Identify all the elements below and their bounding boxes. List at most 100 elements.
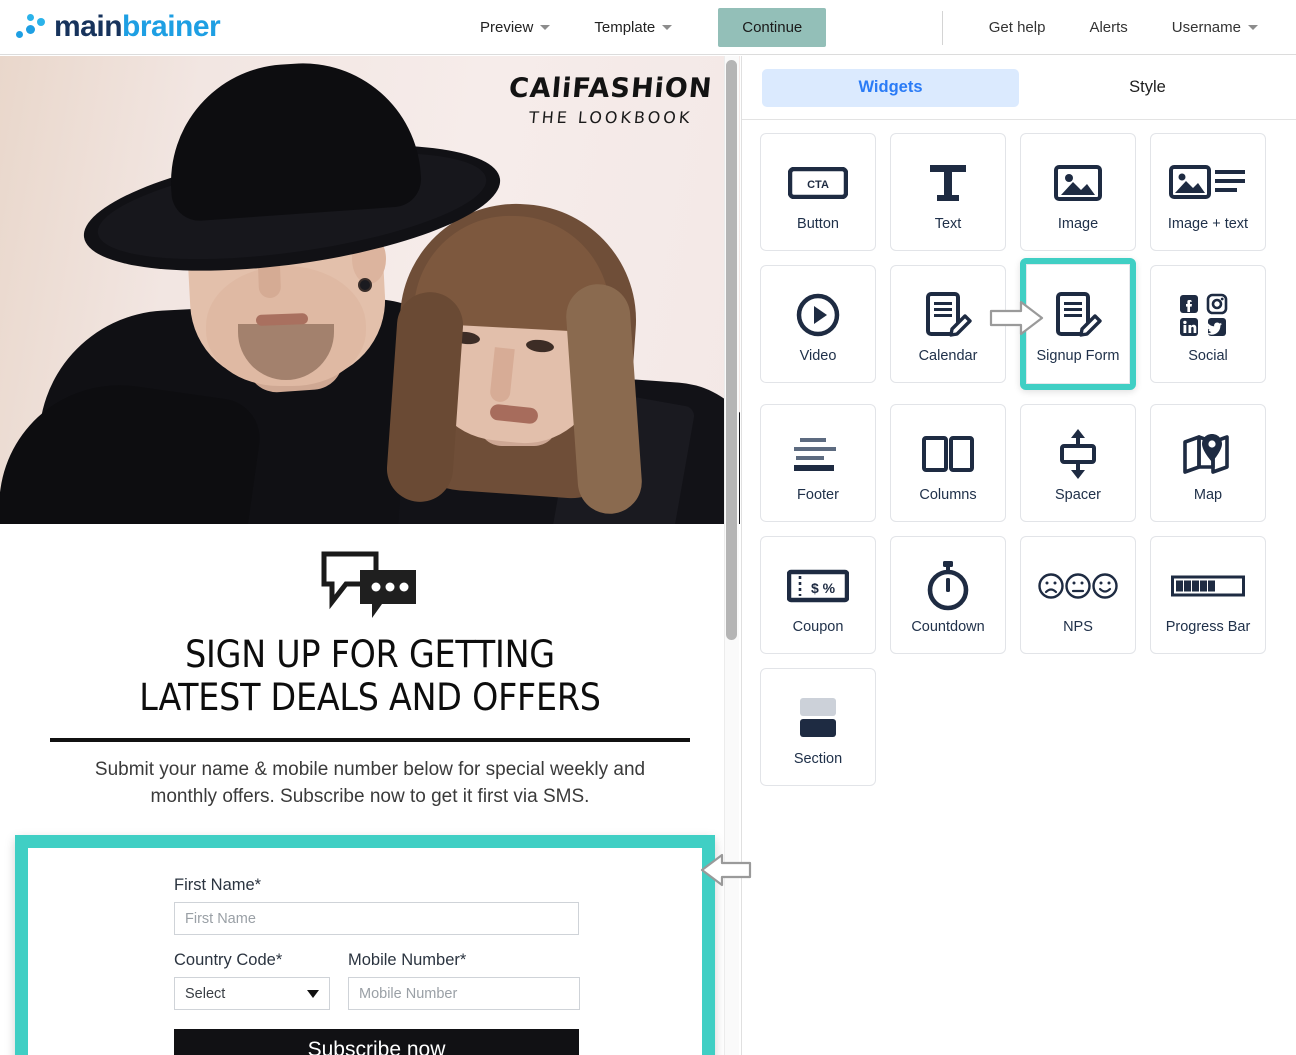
headline-divider xyxy=(50,737,690,742)
logo-dots-icon xyxy=(14,12,54,42)
continue-button[interactable]: Continue xyxy=(718,8,827,47)
template-menu[interactable]: Template xyxy=(584,13,682,42)
widget-label: Section xyxy=(793,751,843,767)
signup-form-widget-highlight[interactable]: First Name* First Name Country Code* Sel… xyxy=(15,835,715,1055)
widgets-grid: CTA Button Text Image Image + text Video… xyxy=(742,120,1296,786)
widget-card-nps[interactable]: NPS xyxy=(1020,536,1136,654)
mobile-number-label: Mobile Number* xyxy=(348,951,580,970)
widget-card-image[interactable]: Image xyxy=(1020,133,1136,251)
nav-divider xyxy=(941,10,943,45)
first-name-label-text: First Name xyxy=(174,876,255,894)
map-pin-icon xyxy=(1182,423,1234,485)
email-headline: SIGN UP FOR GETTING LATEST DEALS AND OFF… xyxy=(0,633,740,720)
image-text-icon xyxy=(1169,152,1247,214)
hero-image-block[interactable]: CAliFASHiON THE LOOKBOOK xyxy=(0,56,740,524)
image-icon xyxy=(1053,152,1103,214)
widget-label: Text xyxy=(934,216,962,232)
widget-card-coupon[interactable]: $ % Coupon xyxy=(760,536,876,654)
email-subcopy: Submit your name & mobile number below f… xyxy=(94,758,646,808)
svg-text:CTA: CTA xyxy=(807,179,829,191)
tab-widgets[interactable]: Widgets xyxy=(762,68,1019,107)
widget-label: Spacer xyxy=(1055,487,1101,503)
chevron-down-icon xyxy=(662,25,673,30)
speech-bubbles-icon xyxy=(0,550,740,618)
play-circle-icon xyxy=(795,284,841,346)
widget-label: Map xyxy=(1193,487,1223,503)
preview-menu[interactable]: Preview xyxy=(470,13,560,42)
text-t-icon xyxy=(925,152,971,214)
widget-card-text[interactable]: Text xyxy=(890,133,1006,251)
first-name-input[interactable]: First Name xyxy=(174,902,579,935)
widget-card-section[interactable]: Section xyxy=(760,668,876,786)
stopwatch-icon xyxy=(925,555,971,617)
email-canvas[interactable]: CAliFASHiON THE LOOKBOOK SIGN UP FOR GET… xyxy=(0,56,740,1055)
widget-label: Image xyxy=(1057,216,1099,232)
first-name-label: First Name* xyxy=(174,876,668,895)
section-blocks-icon xyxy=(791,687,845,749)
brand-subtitle: THE LOOKBOOK xyxy=(527,107,693,127)
canvas-scrollbar-thumb[interactable] xyxy=(726,60,737,640)
cta-button-icon: CTA xyxy=(788,152,848,214)
widget-label: Footer xyxy=(797,487,839,503)
widget-card-social[interactable]: Social xyxy=(1150,265,1266,383)
widget-card-map[interactable]: Map xyxy=(1150,404,1266,522)
widget-label: Video xyxy=(799,348,837,364)
spacer-arrows-icon xyxy=(1054,423,1102,485)
widget-card-video[interactable]: Video xyxy=(760,265,876,383)
chevron-down-icon xyxy=(307,989,319,998)
headline-line-2: LATEST DEALS AND OFFERS xyxy=(139,675,601,719)
chevron-down-icon xyxy=(1248,25,1258,30)
required-asterisk: * xyxy=(254,876,262,894)
widget-card-footer[interactable]: Footer xyxy=(760,404,876,522)
widget-card-spacer[interactable]: Spacer xyxy=(1020,404,1136,522)
required-asterisk: * xyxy=(459,951,467,969)
emoji-faces-icon xyxy=(1038,555,1118,617)
required-asterisk: * xyxy=(275,951,283,969)
username-menu[interactable]: Username xyxy=(1150,13,1280,42)
widget-card-button[interactable]: CTA Button xyxy=(760,133,876,251)
subscribe-now-button[interactable]: Subscribe now xyxy=(174,1029,579,1055)
country-code-select[interactable]: Select xyxy=(174,977,330,1010)
alerts-link[interactable]: Alerts xyxy=(1067,13,1149,42)
headline-line-1: SIGN UP FOR GETTING xyxy=(185,633,555,676)
widget-label: Coupon xyxy=(792,619,844,635)
two-columns-icon xyxy=(921,423,975,485)
widgets-panel: Widgets Style CTA Button Text Image Imag… xyxy=(741,56,1296,1055)
panel-tabs: Widgets Style xyxy=(742,56,1296,120)
annotation-arrow-right-icon xyxy=(988,300,1046,336)
secondary-nav: Get help Alerts Username xyxy=(941,0,1280,55)
widget-label: NPS xyxy=(1063,619,1093,635)
top-navigation-bar: mainbrainer Preview Template Continue Ge… xyxy=(0,0,1296,55)
widget-label: Image + text xyxy=(1167,216,1249,232)
widget-card-image-text[interactable]: Image + text xyxy=(1150,133,1266,251)
country-code-label-text: Country Code xyxy=(174,951,276,969)
primary-nav: Preview Template Continue xyxy=(470,0,827,55)
get-help-link[interactable]: Get help xyxy=(967,13,1068,42)
hero-brand-text: CAliFASHiON THE LOOKBOOK xyxy=(507,73,713,127)
logo-text-accent: brainer xyxy=(122,10,221,43)
template-label: Template xyxy=(594,19,656,36)
preview-label: Preview xyxy=(480,19,534,36)
document-pencil-icon xyxy=(923,284,973,346)
tab-style[interactable]: Style xyxy=(1019,69,1276,107)
widget-label: Calendar xyxy=(918,348,978,364)
svg-text:$ %: $ % xyxy=(811,580,836,596)
widget-card-countdown[interactable]: Countdown xyxy=(890,536,1006,654)
widget-label: Countdown xyxy=(911,619,985,635)
widget-label: Button xyxy=(797,216,839,232)
widget-label: Progress Bar xyxy=(1165,619,1251,635)
country-code-label: Country Code* xyxy=(174,951,330,970)
widget-label: Social xyxy=(1188,348,1228,364)
widget-card-progress-bar[interactable]: Progress Bar xyxy=(1150,536,1266,654)
footer-lines-icon xyxy=(792,423,844,485)
coupon-ticket-icon: $ % xyxy=(787,555,849,617)
widget-label: Columns xyxy=(919,487,977,503)
country-code-value: Select xyxy=(185,985,226,1002)
annotation-arrow-left-icon xyxy=(698,853,753,887)
widget-card-columns[interactable]: Columns xyxy=(890,404,1006,522)
mainbrainer-logo[interactable]: mainbrainer xyxy=(14,10,221,43)
logo-text-main: main xyxy=(54,10,123,43)
social-icons xyxy=(1178,284,1238,346)
mobile-number-input[interactable]: Mobile Number xyxy=(348,977,580,1010)
progress-bar-icon xyxy=(1171,555,1245,617)
